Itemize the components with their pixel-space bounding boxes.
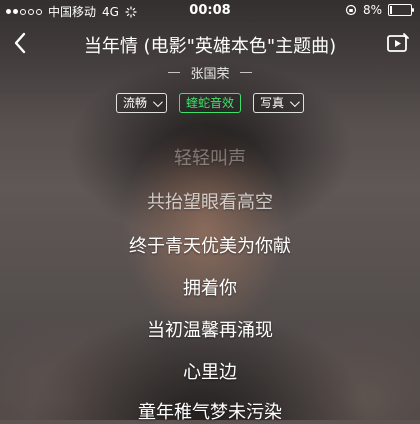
back-icon[interactable] xyxy=(10,30,32,56)
sound-effect-label: 蝰蛇音效 xyxy=(185,96,234,110)
quality-label: 流畅 xyxy=(122,96,147,110)
lyric-line: 拥着你 xyxy=(183,278,237,299)
lyric-line: 当初温馨再涌现 xyxy=(147,320,273,341)
mv-icon[interactable] xyxy=(386,32,410,54)
lyric-line: 轻轻叫声 xyxy=(174,148,246,169)
lyric-line: 童年稚气梦未污染 xyxy=(138,402,282,423)
lyric-line: 心里边 xyxy=(183,362,237,383)
sound-effect-button[interactable]: 蝰蛇音效 xyxy=(178,93,241,113)
artist-name[interactable]: 张国荣 xyxy=(190,63,229,82)
divider xyxy=(239,71,252,73)
photo-dropdown[interactable]: 写真 xyxy=(253,93,305,113)
orientation-lock-icon xyxy=(345,4,357,16)
battery-icon xyxy=(388,4,414,16)
quality-dropdown[interactable]: 流畅 xyxy=(115,93,167,113)
lyric-line: 终于青天优美为你献 xyxy=(129,236,291,257)
photo-label: 写真 xyxy=(260,96,285,110)
status-right: 8% xyxy=(345,3,414,17)
artist-row: 张国荣 xyxy=(0,62,420,82)
player-header: 当年情 (电影"英雄本色"主题曲) xyxy=(0,26,420,60)
status-bar: 中国移动 4G 00:08 8% xyxy=(0,0,420,22)
song-title: 当年情 (电影"英雄本色"主题曲) xyxy=(83,36,337,57)
chevron-down-icon xyxy=(289,96,300,107)
chevron-down-icon xyxy=(152,96,163,107)
lyric-line: 共抬望眼看高空 xyxy=(147,192,273,213)
battery-percent: 8% xyxy=(362,3,382,17)
divider xyxy=(168,71,181,73)
player-options: 流畅 蝰蛇音效 写真 xyxy=(0,93,420,113)
